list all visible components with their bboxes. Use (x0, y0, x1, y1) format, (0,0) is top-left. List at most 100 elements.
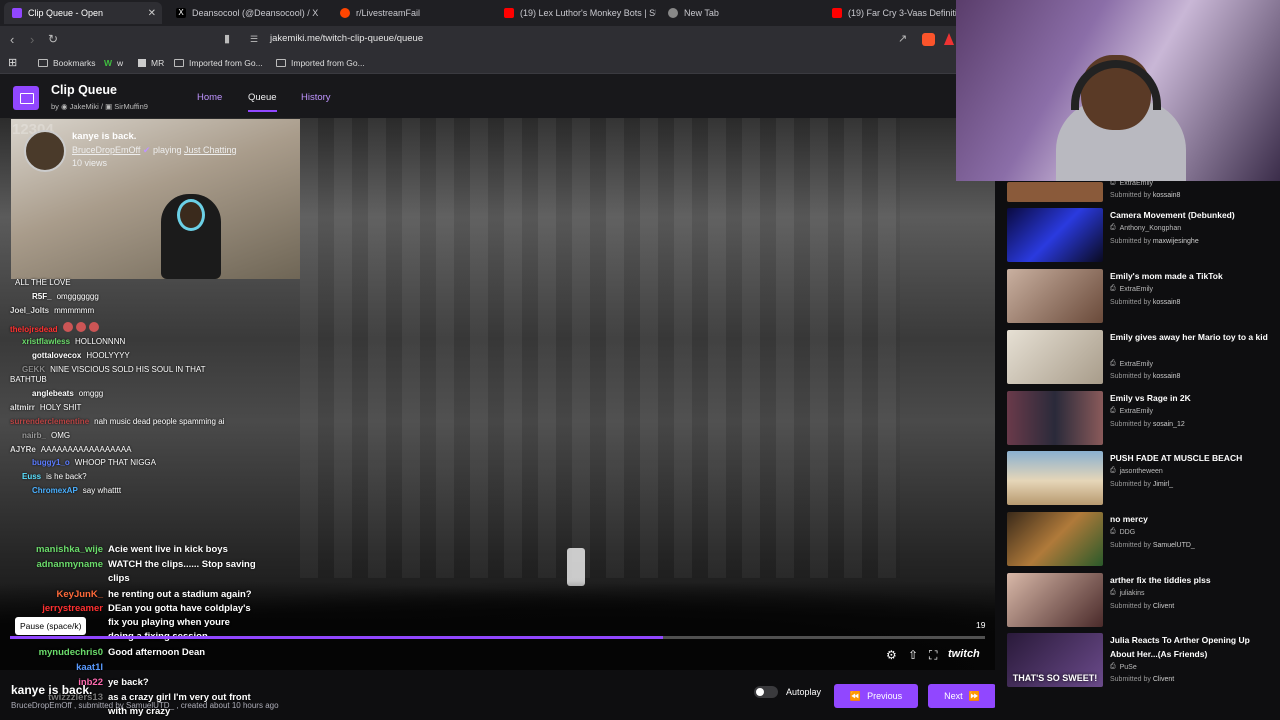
nav-queue[interactable]: Queue (248, 92, 277, 112)
tab-label: r/LivestreamFail (356, 8, 421, 18)
chat-user: mynudechris0 (38, 647, 103, 658)
tab-youtube-farcry[interactable]: (19) Far Cry 3-Vaas Definition o (824, 2, 960, 24)
reddit-icon (340, 8, 350, 18)
chat-msg: NINE VISCIOUS SOLD HIS SOUL IN THAT (50, 365, 206, 374)
back-arrow-icon[interactable]: ‹ (10, 32, 14, 47)
streamer-facecam-overlay (956, 0, 1280, 181)
chat-line: anglebeats omggg (10, 389, 103, 398)
settings-gear-icon[interactable]: ⚙ (886, 648, 897, 662)
app-title: Clip Queue (51, 83, 117, 97)
autoplay-control[interactable]: Autoplay (754, 686, 821, 698)
chat-msg: omggggggg (56, 292, 99, 301)
tab-new-tab[interactable]: New Tab (660, 2, 820, 24)
brave-shield-icon[interactable] (922, 33, 935, 46)
bookmark-w[interactable]: Ww (104, 58, 123, 68)
emote-icon (75, 322, 86, 332)
chat-user: xristflawless (22, 337, 71, 346)
queue-title: no mercy (1110, 514, 1148, 524)
share-icon[interactable]: ↗ (898, 32, 907, 45)
queue-thumbnail (1007, 451, 1103, 505)
queue-item[interactable]: PUSH FADE AT MUSCLE BEACH ⎙ jasontheween … (1007, 451, 1272, 507)
tab-clip-queue[interactable]: Clip Queue - Open ✕ (4, 2, 162, 24)
author-link[interactable]: JakeMiki (70, 102, 99, 111)
mr-icon (138, 59, 146, 67)
queue-thumbnail (1007, 182, 1103, 202)
badge-count: 19 (976, 620, 986, 630)
queue-submitter: Submitted by kossain8 (1110, 373, 1181, 380)
chat-line: Joel_Jolts mmmmmm (10, 306, 94, 315)
queue-submitter: Submitted by SamuelUTD_ (1110, 542, 1195, 549)
chat-msg: BATHTUB (10, 375, 47, 384)
playing-label: playing (152, 145, 182, 155)
tab-youtube-lex[interactable]: (19) Lex Luthor's Monkey Bots | SUPE (496, 2, 656, 24)
tab-label: New Tab (684, 8, 719, 18)
bookmark-imported-2[interactable]: Imported from Go... (276, 58, 365, 68)
nav-home[interactable]: Home (197, 92, 222, 103)
next-button[interactable]: Next ⏩ (928, 684, 996, 708)
clip-icon: ⎙ (1110, 663, 1116, 670)
video-progress-fill (10, 636, 664, 639)
clip-title: kanye is back. (72, 131, 137, 142)
clip-icon: ⎙ (1110, 224, 1116, 231)
chat-user: anglebeats (32, 389, 74, 398)
chat-line: AJYRe AAAAAAAAAAAAAAAAA (10, 445, 132, 454)
queue-thumbnail (1007, 512, 1103, 566)
chat-user: buggy1_o (32, 458, 70, 467)
queue-item[interactable]: Emily vs Rage in 2K ⎙ ExtraEmily Submitte… (1007, 391, 1272, 447)
queue-item[interactable]: THAT'S SO SWEET! Julia Reacts To Arther … (1007, 633, 1272, 689)
app-authors: by ◉ JakeMiki / ▣ SirMuffin9 (51, 102, 148, 111)
forward-arrow-icon[interactable]: › (30, 32, 34, 47)
bookmark-mr[interactable]: MR (138, 58, 164, 68)
bookmark-icon[interactable]: ▮ (224, 32, 230, 45)
close-tab-icon[interactable]: ✕ (148, 8, 156, 19)
tab-x[interactable]: X Deansocool (@Deansocool) / X (168, 2, 328, 24)
reload-icon[interactable]: ↻ (48, 32, 58, 46)
video-stage-curtain (300, 118, 900, 578)
chat-line: GEKK NINE VISCIOUS SOLD HIS SOUL IN THAT (10, 365, 206, 374)
queue-submitter: Submitted by sosain_12 (1110, 421, 1185, 428)
bookmark-label: Imported from Go... (291, 58, 365, 68)
autoplay-toggle[interactable] (754, 686, 778, 698)
thumbnail-caption: THAT'S SO SWEET! (1012, 673, 1098, 683)
bookmark-label: Bookmarks (53, 58, 96, 68)
queue-title: Julia Reacts To Arther Opening Up About … (1110, 635, 1250, 659)
channel-link[interactable]: BruceDropEmOff (72, 145, 140, 155)
apps-grid-icon[interactable]: ⊞ (8, 56, 17, 69)
autoplay-label: Autoplay (786, 687, 822, 697)
channel-avatar[interactable] (24, 130, 66, 172)
bookmark-imported-1[interactable]: Imported from Go... (174, 58, 263, 68)
chat-line: gottalovecox HOOLYYYY (10, 351, 130, 360)
bookmark-bookmarks[interactable]: Bookmarks (38, 58, 96, 68)
queue-item[interactable]: no mercy ⎙ DDG Submitted by SamuelUTD_ (1007, 512, 1272, 568)
nav-history[interactable]: History (301, 92, 331, 103)
tab-reddit[interactable]: r/LivestreamFail (332, 2, 496, 24)
chat-msg: omggg (78, 389, 104, 398)
chat-line: altmirr HOLY SHIT (10, 403, 81, 412)
chat-msg: Acie went live in kick boys (108, 544, 228, 555)
chat-msg: he renting out a stadium again? (108, 589, 252, 600)
queue-item[interactable]: Emily gives away her Mario toy to a kid … (1007, 330, 1272, 386)
w-logo-icon: W (104, 58, 113, 68)
next-icon: ⏩ (968, 690, 980, 701)
game-link[interactable]: Just Chatting (184, 145, 237, 155)
share-icon[interactable]: ⇧ (908, 648, 918, 662)
chat-user: gottalovecox (32, 351, 82, 360)
pause-tooltip: Pause (space/k) (15, 617, 87, 635)
queue-item[interactable]: Camera Movement (Debunked) ⎙ Anthony_Kong… (1007, 208, 1272, 264)
queue-item[interactable]: arther fix the tiddies plss ⎙ juliakins S… (1007, 573, 1272, 629)
queue-submitter: Submitted by kossain8 (1110, 192, 1181, 199)
queue-title: Emily vs Rage in 2K (1110, 393, 1191, 403)
queue-channel: ⎙ jasontheween (1110, 467, 1163, 475)
video-progress-bar[interactable] (10, 636, 985, 639)
previous-button[interactable]: ⏪ Previous (834, 684, 918, 708)
chat-msg: is he back? (46, 472, 87, 481)
fullscreen-icon[interactable]: ⛶ (929, 648, 937, 663)
queue-item[interactable]: Emily's mom made a TikTok ⎙ ExtraEmily Su… (1007, 269, 1272, 325)
chat-line: clips (108, 572, 130, 586)
tab-label: (19) Lex Luthor's Monkey Bots | SUPE (520, 8, 656, 18)
brave-rewards-icon[interactable] (944, 33, 954, 45)
site-settings-icon[interactable]: ☰ (250, 34, 258, 45)
url-field[interactable]: jakemiki.me/twitch-clip-queue/queue (270, 33, 423, 44)
author-link[interactable]: SirMuffin9 (114, 102, 148, 111)
twitch-logo[interactable]: twitch (948, 648, 980, 660)
